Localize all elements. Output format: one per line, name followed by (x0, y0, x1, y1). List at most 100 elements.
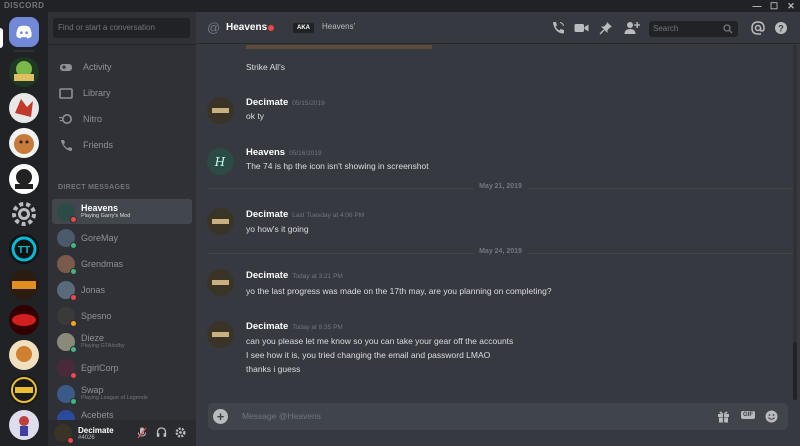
image-embed[interactable] (246, 45, 432, 49)
dm-item-grendmas[interactable]: Grendmas (52, 251, 192, 276)
message-author[interactable]: Decimate (246, 321, 288, 332)
server-icon-lit[interactable] (9, 57, 39, 87)
nav-label: Friends (83, 140, 114, 150)
mute-mic-icon[interactable] (137, 427, 147, 439)
home-button[interactable] (9, 17, 39, 47)
discord-logo-icon (16, 25, 32, 39)
dm-name: Dieze (81, 333, 105, 343)
message-avatar[interactable] (207, 97, 234, 124)
server-icon-dragon[interactable] (9, 93, 39, 123)
at-icon: @ (207, 20, 221, 35)
chat-header: @ Heavens AKA Heavens' Search ? (196, 12, 800, 44)
dm-name: Acebets (81, 410, 114, 420)
user-avatar[interactable] (54, 424, 74, 444)
message-author[interactable]: Heavens (246, 147, 285, 158)
status-online-indicator (70, 267, 77, 275)
status-dnd-indicator (268, 25, 274, 31)
nav-friends[interactable]: Friends (54, 134, 190, 156)
pin-icon[interactable] (599, 21, 613, 35)
maximize-button[interactable]: ☐ (766, 0, 782, 12)
message-text: yo how's it going (246, 224, 309, 234)
dm-heading: DIRECT MESSAGES (58, 184, 131, 191)
aka-badge: AKA (293, 23, 314, 33)
mentions-icon[interactable] (751, 21, 765, 35)
dm-name: Heavens (81, 203, 119, 213)
message-text: Strike All's (246, 62, 285, 72)
server-icon-figure[interactable] (9, 410, 39, 440)
message-author[interactable]: Decimate (246, 270, 288, 281)
message-list: Strike All's Decimate 05/15/2019 ok ty H … (196, 45, 800, 400)
dm-item-acebets[interactable]: Acebets (52, 407, 192, 420)
minimize-button[interactable]: — (749, 0, 765, 12)
gif-button[interactable]: GIF (741, 411, 755, 419)
server-icon-gear[interactable] (9, 199, 39, 229)
date-divider-label: May 24, 2019 (473, 248, 528, 255)
message-author[interactable]: Decimate (246, 209, 288, 220)
message-avatar[interactable] (207, 269, 234, 296)
server-icon-grand-exchange[interactable] (9, 375, 39, 405)
help-icon[interactable]: ? (774, 21, 788, 35)
user-name: Decimate (78, 425, 114, 435)
avatar (57, 228, 77, 249)
svg-text:?: ? (778, 24, 784, 34)
voice-call-icon[interactable] (551, 21, 565, 35)
scrollbar-thumb[interactable] (793, 342, 797, 400)
message-avatar[interactable] (207, 208, 234, 235)
dm-name: Jonas (81, 284, 106, 295)
nav-activity[interactable]: Activity (54, 56, 190, 78)
message-text: yo the last progress was made on the 17t… (246, 286, 552, 296)
close-button[interactable]: ✕ (783, 0, 799, 12)
message-timestamp: Last Tuesday at 4:06 PM (292, 212, 365, 219)
emoji-icon[interactable] (765, 410, 778, 423)
server-icon-dog[interactable] (9, 128, 39, 158)
dm-activity: Playing League of Legends (81, 395, 148, 401)
video-call-icon[interactable] (574, 21, 589, 35)
message-timestamp: Today at 3:21 PM (292, 273, 343, 280)
message-header: Heavens 05/16/2019 (246, 147, 322, 158)
avatar (57, 306, 77, 327)
dm-item-spesno[interactable]: Spesno (52, 303, 192, 328)
dm-name: Swap (81, 385, 104, 395)
upload-plus-icon[interactable]: + (213, 409, 228, 424)
server-icon-dmp[interactable] (9, 164, 39, 194)
server-icon-tt[interactable]: TT (9, 234, 39, 264)
message-avatar[interactable] (207, 321, 234, 348)
dm-item-heavens[interactable]: Heavens Playing Garry's Mod (52, 199, 192, 224)
title-bar: DISCORD — ☐ ✕ (0, 0, 800, 12)
add-friend-icon[interactable] (624, 21, 640, 35)
nav-nitro[interactable]: Nitro (54, 108, 190, 130)
message-avatar[interactable]: H (207, 148, 234, 175)
message-composer: + Message @Heavens GIF (208, 403, 788, 430)
app-brand: DISCORD (4, 1, 45, 10)
find-conversation-input[interactable]: Find or start a conversation (53, 18, 190, 38)
message-input[interactable]: Message @Heavens (242, 411, 321, 421)
message-author[interactable]: Decimate (246, 97, 288, 108)
date-divider-label: May 21, 2019 (473, 183, 528, 190)
date-divider: May 21, 2019 (208, 183, 793, 190)
dm-item-jonas[interactable]: Jonas (52, 277, 192, 302)
gamepad-icon (60, 64, 72, 71)
dm-item-swap[interactable]: Swap Playing League of Legends (52, 381, 192, 406)
message-text: thanks i guess (246, 364, 301, 374)
message-header: Decimate Today at 3:21 PM (246, 270, 343, 281)
dm-activity: Playing GTAlodby (81, 343, 125, 349)
dm-item-goremay[interactable]: GoreMay (52, 225, 192, 250)
message-timestamp: 05/16/2019 (289, 150, 322, 157)
settings-gear-icon[interactable] (175, 427, 186, 438)
nav-library[interactable]: Library (54, 82, 190, 104)
gift-icon[interactable] (717, 410, 730, 423)
nitro-icon (59, 114, 72, 124)
dm-item-egirlcorp[interactable]: EgirlCorp (52, 355, 192, 380)
dm-name: EgirlCorp (81, 362, 119, 373)
avatar (57, 332, 77, 353)
dm-item-dieze[interactable]: Dieze Playing GTAlodby (52, 329, 192, 354)
server-icon-red[interactable] (9, 305, 39, 335)
nav-label: Activity (83, 62, 112, 72)
avatar (57, 280, 77, 301)
chat-area: @ Heavens AKA Heavens' Search ? Strike A… (196, 12, 800, 446)
server-icon-orange[interactable] (9, 270, 39, 300)
message-text: can you please let me know so you can ta… (246, 336, 514, 346)
headphones-icon[interactable] (156, 427, 167, 438)
server-icon-character[interactable] (9, 340, 39, 370)
date-divider: May 24, 2019 (208, 248, 793, 255)
